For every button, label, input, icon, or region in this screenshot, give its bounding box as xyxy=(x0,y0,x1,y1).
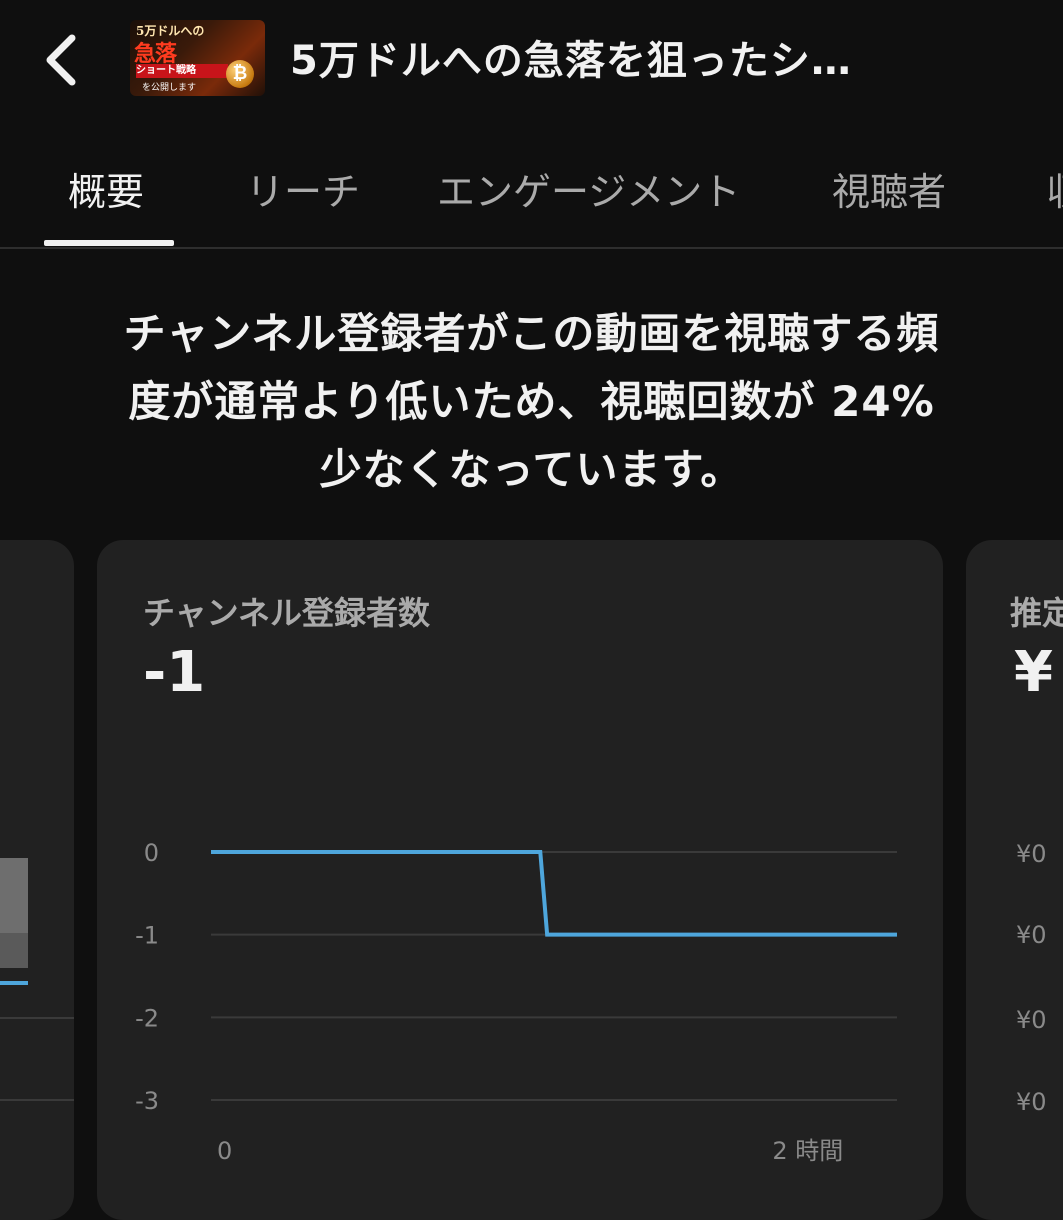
y-tick-label: -3 xyxy=(135,1087,159,1115)
card-label: 推定 xyxy=(1010,594,1063,632)
y-tick-label: 0 xyxy=(144,839,159,867)
thumbnail-text-3: ショート戦略 xyxy=(136,64,228,78)
series-line xyxy=(211,850,897,937)
tab-revenue[interactable]: 収 xyxy=(1046,161,1063,216)
y-tick-label: -1 xyxy=(135,922,159,950)
top-app-bar: 5万ドルへの 急落 ショート戦略 を公開します ₿ 5万ドルへの急落を狙ったシ… xyxy=(0,0,1063,125)
partial-chart xyxy=(0,981,74,1101)
headline-line-2: 度が通常より低いため、視聴回数が 24% xyxy=(128,377,935,426)
tab-engagement[interactable]: エンゲージメント xyxy=(437,161,740,216)
chevron-left-icon xyxy=(46,34,76,86)
headline-line-3: 少なくなっています。 xyxy=(319,445,744,494)
y-tick-label: ¥0 xyxy=(1016,1006,1047,1034)
active-tab-indicator xyxy=(44,240,174,246)
previous-metric-card[interactable] xyxy=(0,540,74,1220)
next-metric-card[interactable]: 推定 ¥ ¥0 ¥0 ¥0 ¥0 xyxy=(966,540,1063,1220)
back-button[interactable] xyxy=(38,28,88,92)
bitcoin-icon: ₿ xyxy=(226,60,254,88)
card-value: ¥ xyxy=(1014,640,1053,705)
headline-line-1: チャンネル登録者がこの動画を視聴する頻 xyxy=(123,309,940,358)
y-tick-label: ¥0 xyxy=(1016,840,1047,868)
tab-audience[interactable]: 視聴者 xyxy=(832,161,946,216)
video-title: 5万ドルへの急落を狙ったシ… xyxy=(290,38,852,84)
y-tick-label: ¥0 xyxy=(1016,1088,1047,1116)
insight-headline: チャンネル登録者がこの動画を視聴する頻 度が通常より低いため、視聴回数が 24%… xyxy=(30,300,1033,504)
video-thumbnail[interactable]: 5万ドルへの 急落 ショート戦略 を公開します ₿ xyxy=(130,20,265,96)
tab-reach[interactable]: リーチ xyxy=(246,161,360,216)
x-tick-label: 0 xyxy=(217,1137,232,1165)
subscribers-card[interactable]: チャンネル登録者数 -1 0 -1 -2 -3 0 2 時間 xyxy=(97,540,943,1220)
tab-bar: 概要 リーチ エンゲージメント 視聴者 収 xyxy=(0,125,1063,249)
x-tick-label: 2 時間 xyxy=(772,1137,843,1165)
subscribers-chart: 0 -1 -2 -3 0 2 時間 xyxy=(135,839,897,1165)
y-tick-label: -2 xyxy=(135,1004,159,1032)
y-tick-label: ¥0 xyxy=(1016,921,1047,949)
thumbnail-text-4: を公開します xyxy=(142,83,197,93)
tab-overview[interactable]: 概要 xyxy=(68,161,144,216)
